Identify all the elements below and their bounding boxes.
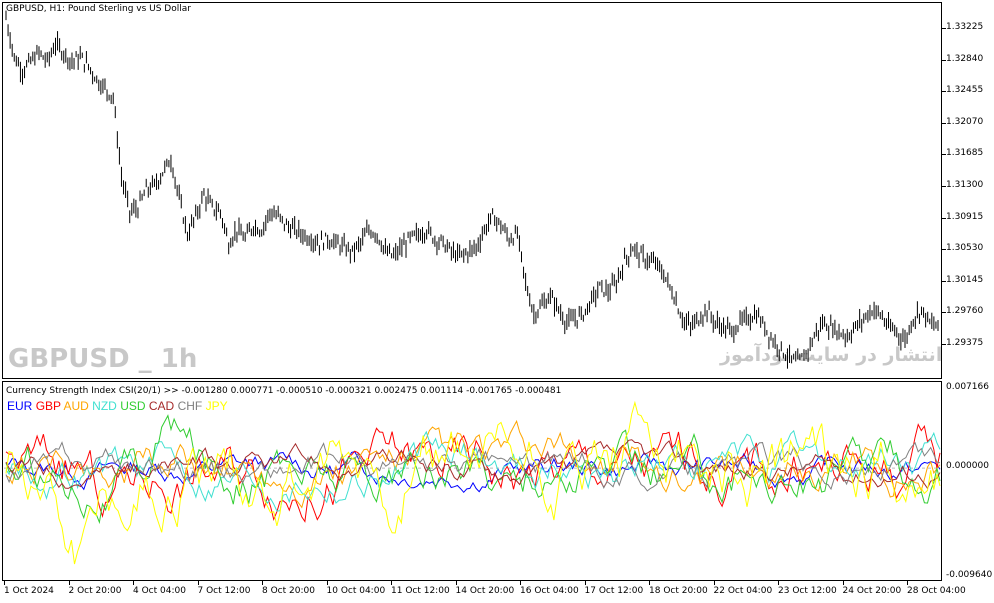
time-tick-mark	[778, 581, 779, 585]
price-tick-label: 1.32070	[946, 116, 984, 127]
time-tick-label: 2 Oct 20:00	[68, 586, 122, 596]
time-tick-mark	[4, 581, 5, 585]
time-tick-mark	[907, 581, 908, 585]
price-tick-label: 1.32455	[946, 85, 984, 96]
time-tick-label: 10 Oct 04:00	[326, 586, 386, 596]
time-tick-mark	[520, 581, 521, 585]
chart-canvas	[4, 10, 941, 565]
csi-line-usd	[5, 414, 941, 525]
time-tick-mark	[391, 581, 392, 585]
time-tick-mark	[133, 581, 134, 585]
price-tick-label: 1.30915	[946, 211, 984, 222]
time-tick-label: 7 Oct 12:00	[197, 586, 251, 596]
price-tick-label: 1.29760	[946, 306, 984, 317]
time-tick-mark	[713, 581, 715, 585]
price-tick-mark	[942, 154, 946, 156]
time-tick-label: 18 Oct 20:00	[649, 586, 708, 596]
price-tick-label: 1.31300	[946, 180, 984, 190]
time-tick-mark	[455, 581, 457, 585]
time-tick-label: 28 Oct 04:00	[907, 586, 966, 596]
time-tick-mark	[584, 581, 586, 585]
indicator-tick-label: 0.000000	[946, 461, 989, 471]
time-tick-label: 17 Oct 12:00	[584, 586, 644, 596]
indicator-tick-label: -0.009640	[946, 570, 993, 580]
time-tick-mark	[197, 581, 199, 585]
time-tick-label: 23 Oct 12:00	[778, 586, 837, 596]
price-tick-label: 1.30145	[946, 274, 984, 285]
price-tick-mark	[942, 249, 946, 251]
price-tick-mark	[942, 280, 946, 282]
time-tick-label: 24 Oct 20:00	[842, 586, 902, 596]
time-tick-label: 22 Oct 04:00	[713, 586, 773, 596]
price-tick-label: 1.31685	[946, 148, 984, 159]
price-tick-mark	[942, 344, 946, 345]
price-tick-mark	[942, 28, 946, 29]
time-tick-mark	[842, 581, 844, 585]
time-tick-label: 16 Oct 04:00	[520, 586, 579, 596]
price-tick-label: 1.29375	[946, 338, 984, 348]
price-tick-label: 1.33225	[946, 22, 984, 32]
price-tick-mark	[942, 186, 946, 187]
price-tick-mark	[942, 91, 946, 93]
price-tick-mark	[942, 122, 946, 124]
price-tick-mark	[942, 217, 946, 219]
time-tick-mark	[326, 581, 328, 585]
time-tick-label: 14 Oct 20:00	[455, 586, 515, 596]
price-tick-mark	[942, 312, 946, 314]
time-tick-mark	[649, 581, 650, 585]
time-tick-mark	[68, 581, 70, 585]
time-tick-mark	[262, 581, 263, 585]
csi-line-gbp	[5, 423, 941, 523]
time-tick-label: 1 Oct 2024	[4, 586, 54, 596]
indicator-tick-label: 0.007166	[946, 382, 989, 392]
time-tick-label: 4 Oct 04:00	[133, 586, 186, 596]
price-tick-mark	[942, 59, 946, 61]
time-tick-label: 8 Oct 20:00	[262, 586, 315, 596]
price-tick-label: 1.30530	[946, 243, 984, 254]
price-tick-label: 1.32840	[946, 53, 984, 64]
time-tick-label: 11 Oct 12:00	[391, 586, 450, 596]
